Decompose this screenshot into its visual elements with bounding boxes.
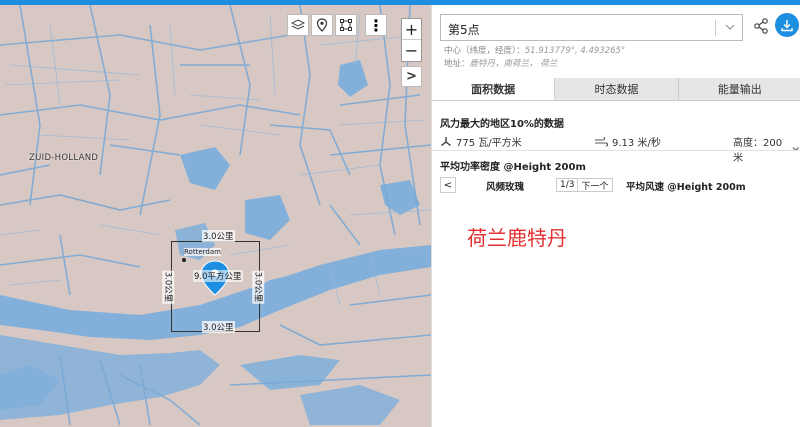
share-icon[interactable] xyxy=(752,17,770,35)
tab-energy-output[interactable]: 能量输出 xyxy=(678,78,800,100)
next-chart-button[interactable]: 下一个 xyxy=(577,178,611,192)
wind-speed-stat: 9.13 米/秒 xyxy=(594,134,661,149)
dimension-left: 3.0公里 xyxy=(162,270,175,304)
selection-area-box[interactable] xyxy=(171,241,260,332)
height-select[interactable]: 高度：200米 xyxy=(733,134,800,164)
chart-pager-row: < 风频玫瑰 1/3 下一个 平均风速 @Height 200m xyxy=(440,177,795,193)
region-label: ZUID-HOLLAND xyxy=(29,153,99,163)
wind-icon xyxy=(595,136,608,147)
prev-chart-button[interactable]: < xyxy=(440,177,456,193)
tab-temporal-data[interactable]: 时态数据 xyxy=(555,78,679,100)
pager-current: 1/3 xyxy=(560,180,575,190)
expand-panel-button[interactable]: > xyxy=(401,66,422,87)
address: 地址：鹿特丹，南荷兰， 荷兰 xyxy=(444,59,558,69)
zoom-in-button[interactable]: + xyxy=(402,19,421,40)
chevron-down-icon xyxy=(793,147,800,152)
location-pin-icon[interactable] xyxy=(311,14,333,36)
turbine-icon xyxy=(441,136,451,146)
dimension-bottom: 3.0公里 xyxy=(202,321,235,333)
map-view[interactable]: ZUID-HOLLAND Rotterdam 3.0公里 3.0公里 3.0公里… xyxy=(0,5,431,427)
map-basemap xyxy=(0,5,431,427)
point-name: 第5点 xyxy=(448,23,480,37)
draw-area-icon[interactable] xyxy=(335,14,357,36)
dimension-right: 3.0公里 xyxy=(252,270,265,304)
area-label: 9.0平方公里 xyxy=(193,270,243,282)
map-toolbar: ⋮ xyxy=(287,14,387,36)
location-title: 荷兰鹿特丹 xyxy=(467,226,567,250)
tab-area-data[interactable]: 面积数据 xyxy=(432,78,556,100)
layers-icon[interactable] xyxy=(287,14,309,36)
power-density-stat: 775 瓦/平方米 xyxy=(440,134,522,149)
wind-rose-label: 风频玫瑰 xyxy=(486,182,525,193)
windiest-title: 风力最大的地区10%的数据 xyxy=(440,119,564,130)
more-options-icon[interactable]: ⋮ xyxy=(365,14,387,36)
point-select[interactable]: 第5点 xyxy=(440,14,743,41)
chevron-down-icon[interactable] xyxy=(725,18,735,40)
info-panel: 第5点 中心（纬度，经度）：51.913779°, 4.493265° 地址：鹿… xyxy=(431,5,800,427)
dimension-top: 3.0公里 xyxy=(202,230,235,242)
zoom-control: + − xyxy=(401,18,422,62)
avg-speed-label: 平均风速 @Height 200m xyxy=(626,182,746,193)
zoom-out-button[interactable]: − xyxy=(402,40,421,61)
power-density-title: 平均功率密度 @Height 200m xyxy=(440,162,586,173)
pager: 1/3 下一个 xyxy=(556,178,613,192)
tab-bar: 面积数据 时态数据 能量输出 xyxy=(432,78,800,101)
download-icon[interactable] xyxy=(775,13,799,37)
center-coords: 中心（纬度，经度）：51.913779°, 4.493265° xyxy=(444,46,626,56)
